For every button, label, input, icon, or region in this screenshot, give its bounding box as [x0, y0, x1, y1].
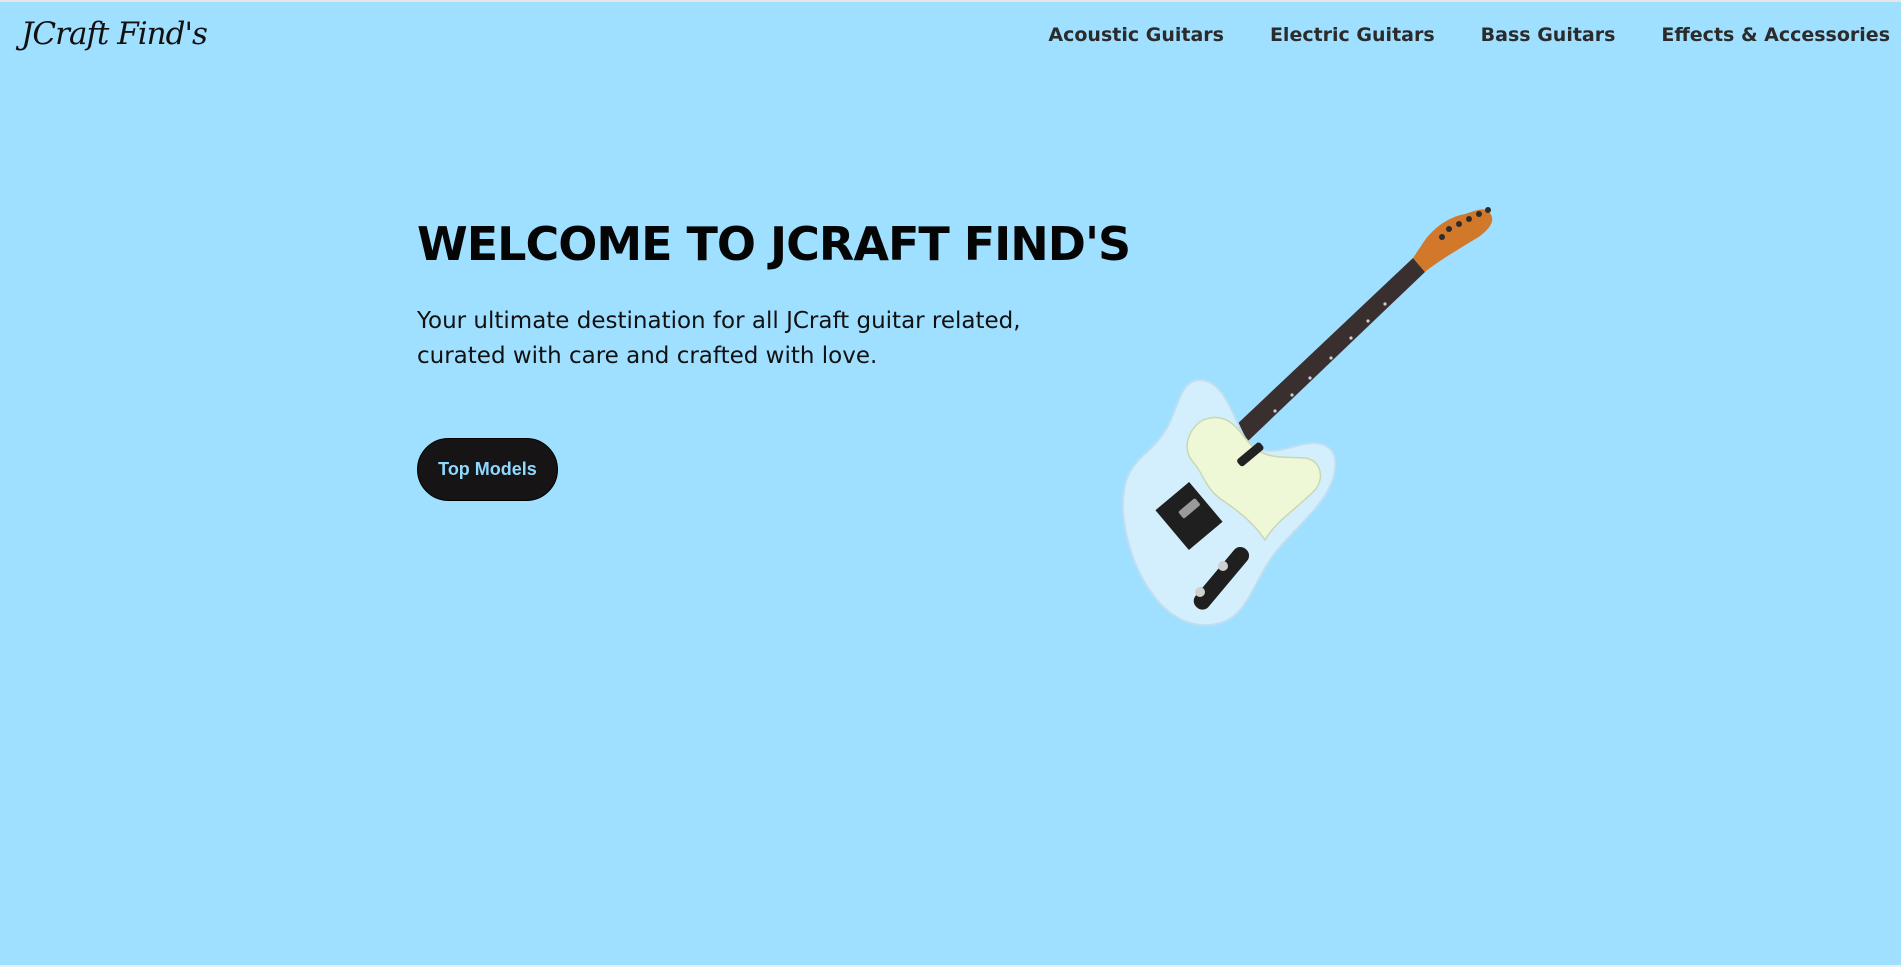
electric-guitar-image: [1085, 200, 1535, 635]
brand-logo[interactable]: JCraft Find's: [21, 16, 208, 52]
nav-link-bass-guitars[interactable]: Bass Guitars: [1481, 24, 1616, 46]
nav-link-electric-guitars[interactable]: Electric Guitars: [1270, 24, 1435, 46]
hero-subtitle-line-2: curated with care and crafted with love.: [417, 343, 878, 369]
hero-subtitle-line-1: Your ultimate destination for all JCraft…: [417, 308, 1021, 334]
hero-title: WELCOME TO JCRAFT FIND'S: [417, 217, 1131, 271]
hero-subtitle: Your ultimate destination for all JCraft…: [417, 304, 1097, 374]
nav-link-effects-accessories[interactable]: Effects & Accessories: [1661, 24, 1890, 46]
guitar-fretboard: [1233, 258, 1425, 442]
nav-link-acoustic-guitars[interactable]: Acoustic Guitars: [1048, 24, 1224, 46]
nav-links: Acoustic Guitars Electric Guitars Bass G…: [1048, 24, 1890, 46]
top-models-button[interactable]: Top Models: [417, 438, 558, 501]
navbar: JCraft Find's Acoustic Guitars Electric …: [0, 2, 1901, 72]
guitar-tone-knob: [1218, 561, 1228, 571]
guitar-volume-knob: [1195, 587, 1205, 597]
guitar-illustration: [1121, 207, 1493, 627]
guitar-headstock: [1413, 209, 1493, 272]
